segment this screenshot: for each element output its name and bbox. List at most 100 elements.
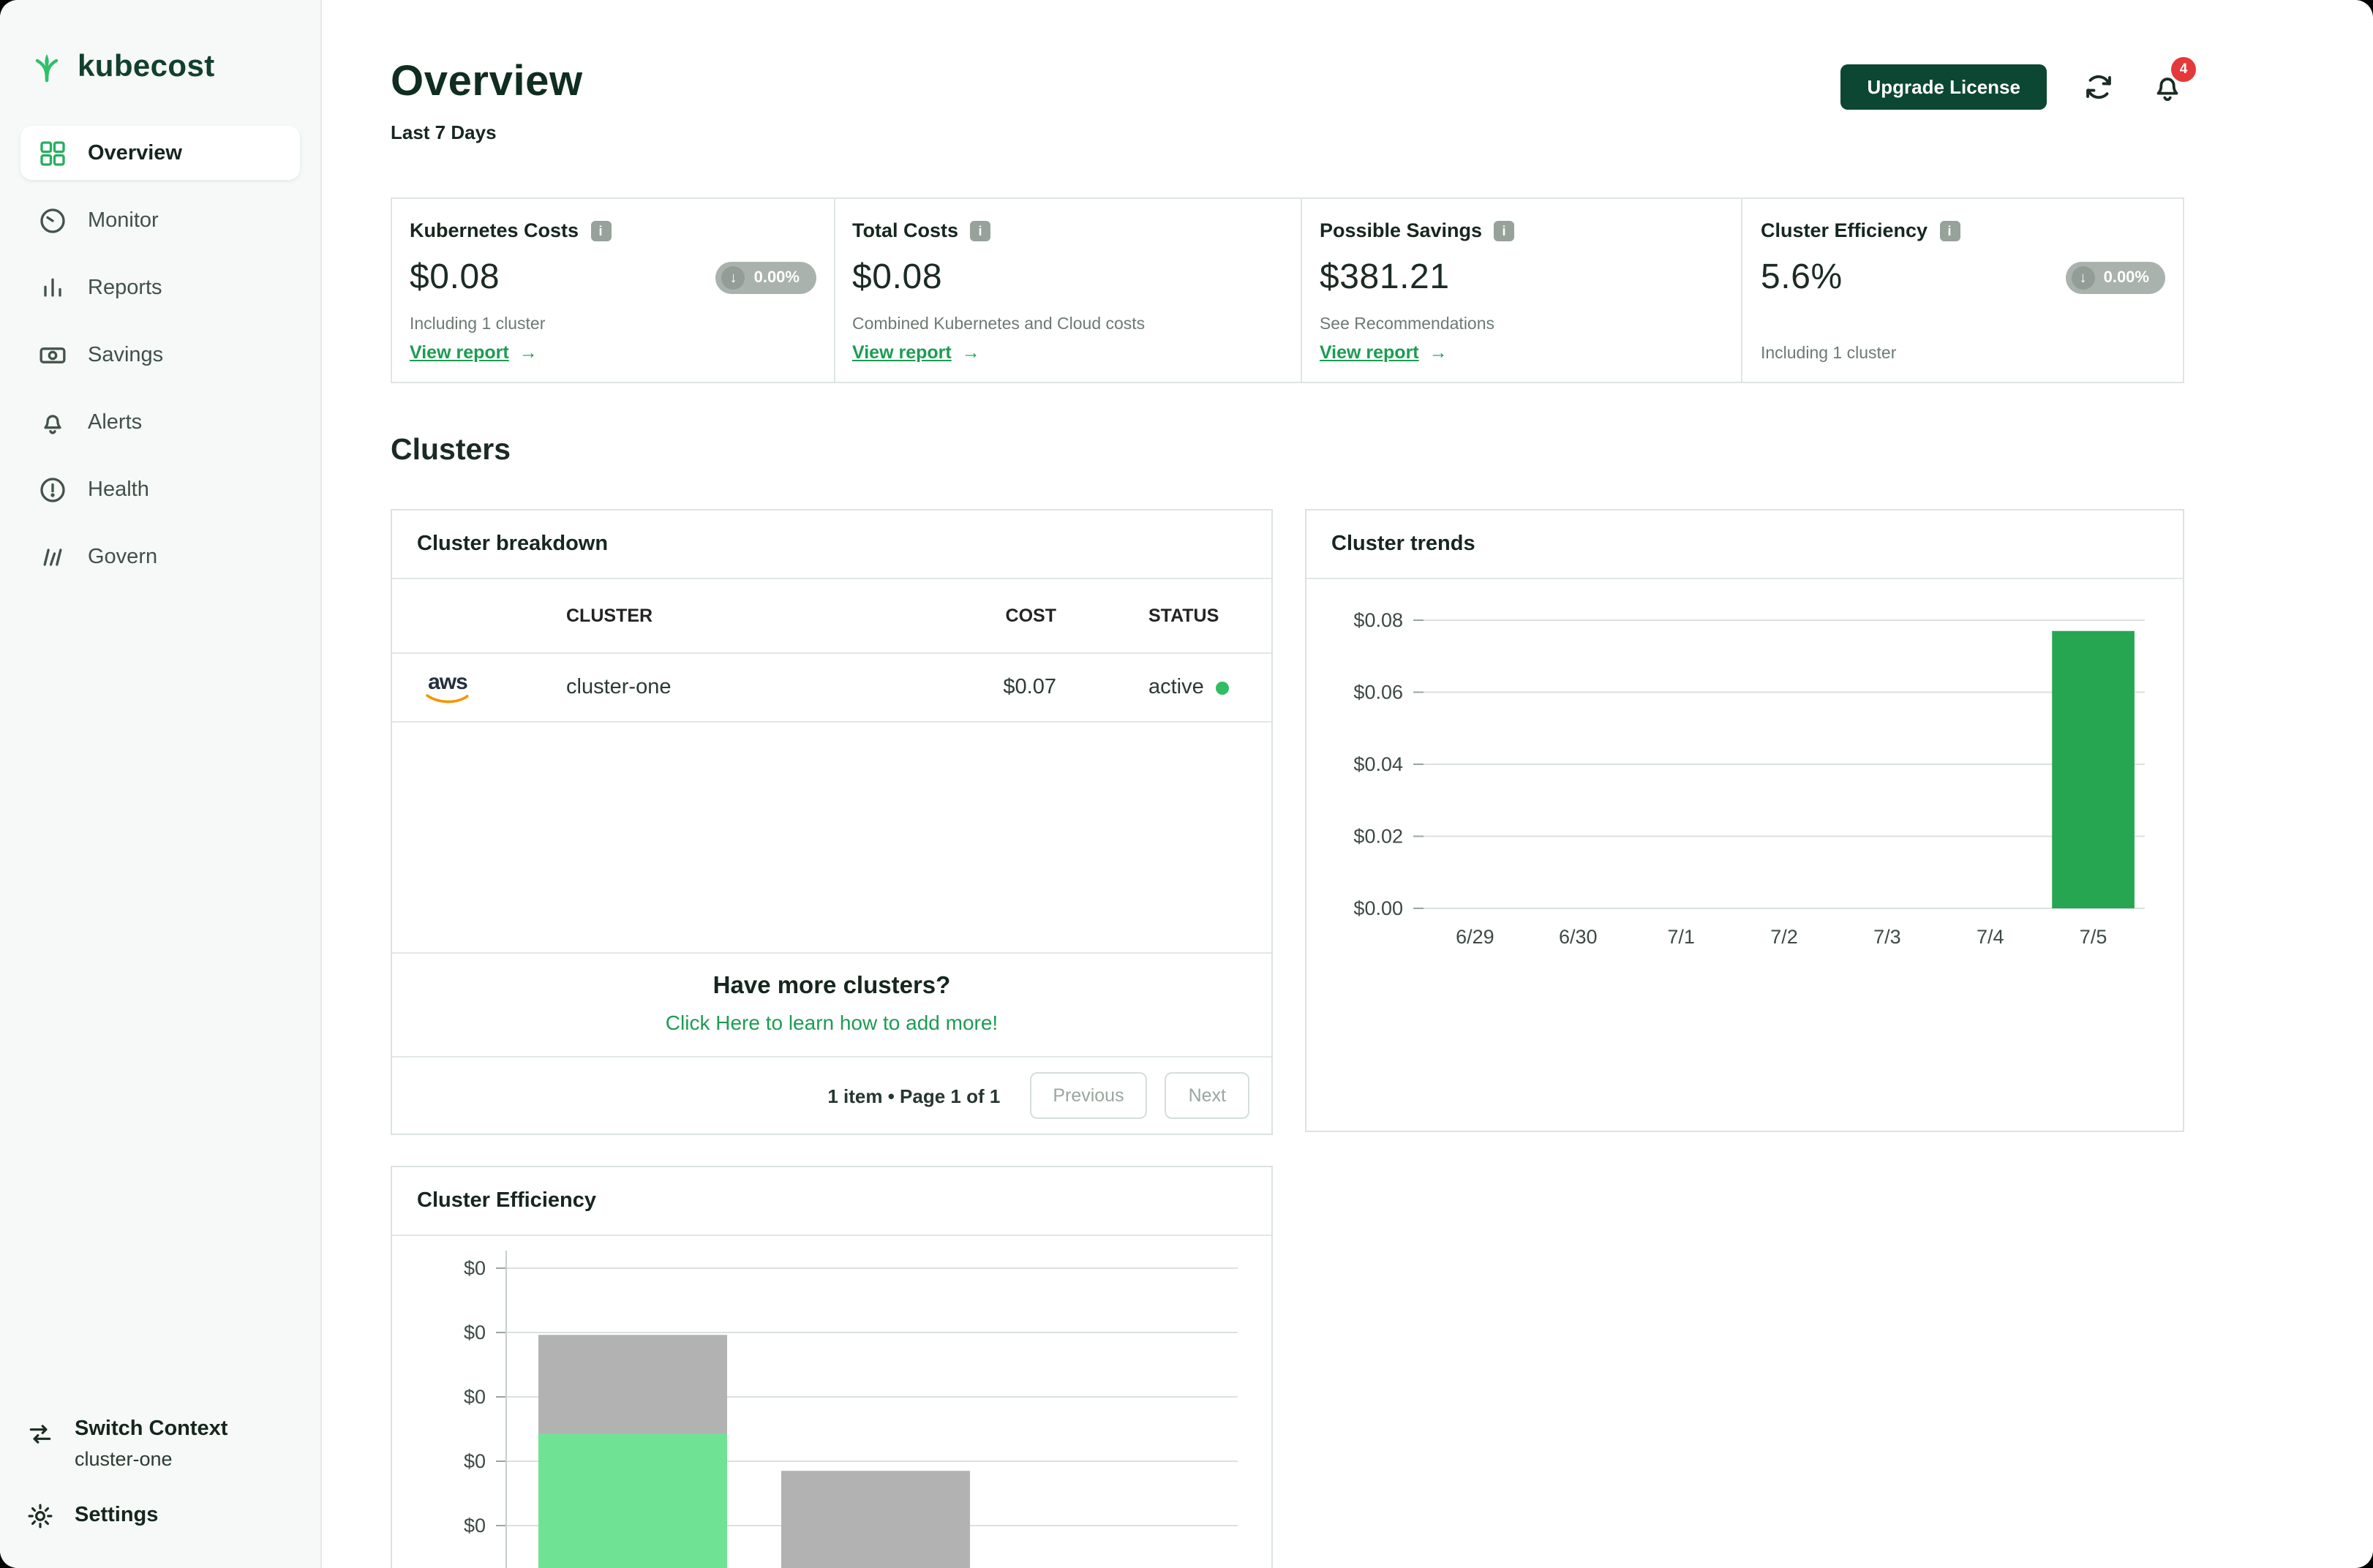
- stat-subtitle: Including 1 cluster: [1761, 345, 2165, 363]
- sidebar-item-govern[interactable]: Govern: [20, 529, 300, 584]
- sidebar-bottom: Switch Context cluster-one Settings: [20, 1417, 300, 1568]
- settings-button[interactable]: Settings: [26, 1499, 294, 1530]
- column-cost: COST: [881, 606, 1056, 626]
- table-header: CLUSTER COST STATUS: [392, 579, 1271, 654]
- stat-card-kubernetes-costs: Kubernetes Costs i $0.08 ↓0.00% Includin…: [392, 199, 835, 382]
- swap-arrows-icon: [26, 1420, 54, 1448]
- table-row[interactable]: aws cluster-one $0.07 active: [392, 654, 1271, 723]
- arrow-down-icon: ↓: [722, 266, 745, 290]
- sidebar-item-health[interactable]: Health: [20, 462, 300, 516]
- page-header: Overview Last 7 Days Upgrade License: [391, 0, 2184, 143]
- svg-text:$0.04: $0.04: [1353, 753, 1403, 775]
- sidebar-item-label: Monitor: [88, 208, 159, 232]
- svg-text:$0: $0: [464, 1322, 486, 1343]
- svg-text:6/29: 6/29: [1456, 926, 1494, 948]
- sidebar-item-label: Overview: [88, 141, 182, 165]
- svg-text:7/1: 7/1: [1667, 926, 1695, 948]
- previous-page-button[interactable]: Previous: [1029, 1072, 1147, 1119]
- stat-cards: Kubernetes Costs i $0.08 ↓0.00% Includin…: [391, 197, 2184, 383]
- current-context: cluster-one: [75, 1448, 227, 1470]
- stat-subtitle: Combined Kubernetes and Cloud costs: [852, 316, 1283, 333]
- add-clusters-prompt: Have more clusters? Click Here to learn …: [392, 952, 1271, 1056]
- stat-card-cluster-efficiency: Cluster Efficiency i 5.6% ↓0.00% Includi…: [1743, 199, 2183, 382]
- view-report-link[interactable]: View report→: [1320, 342, 1724, 363]
- upgrade-license-button[interactable]: Upgrade License: [1840, 64, 2047, 110]
- sidebar-item-label: Reports: [88, 276, 162, 299]
- cluster-trends-chart: $0.00 $0.02 $0.04 $0.06 $0.08 6/29 6/30 7/1 7/2 7…: [1306, 579, 2183, 1018]
- notification-count-badge: 4: [2171, 57, 2196, 82]
- svg-text:7/3: 7/3: [1873, 926, 1901, 948]
- stat-value: 5.6%: [1761, 257, 1843, 298]
- stat-title: Cluster Efficiency: [1761, 219, 1928, 241]
- panel-title: Cluster breakdown: [392, 510, 1271, 579]
- cluster-status: active: [1056, 676, 1271, 699]
- page-title: Overview: [391, 59, 583, 107]
- arrow-right-icon: →: [962, 342, 980, 363]
- sidebar-item-label: Savings: [88, 343, 163, 366]
- notifications-button[interactable]: 4: [2151, 70, 2184, 104]
- stat-card-possible-savings: Possible Savings i $381.21 See Recommend…: [1302, 199, 1743, 382]
- svg-text:6/30: 6/30: [1559, 926, 1598, 948]
- svg-text:$0.02: $0.02: [1353, 826, 1403, 848]
- refresh-icon: [2082, 70, 2116, 104]
- more-clusters-title: Have more clusters?: [392, 973, 1271, 1000]
- status-active-dot: [1216, 681, 1229, 694]
- sidebar-item-reports[interactable]: Reports: [20, 260, 300, 314]
- info-icon[interactable]: i: [1939, 220, 1960, 241]
- gauge-icon: [38, 206, 67, 235]
- trend-badge: ↓0.00%: [716, 262, 816, 294]
- svg-text:$0.06: $0.06: [1353, 682, 1403, 704]
- refresh-button[interactable]: [2082, 70, 2116, 104]
- aws-smile-icon: [426, 693, 470, 704]
- column-status: STATUS: [1056, 606, 1271, 626]
- sidebar-item-monitor[interactable]: Monitor: [20, 193, 300, 247]
- column-cluster: CLUSTER: [566, 606, 881, 626]
- switch-context-button[interactable]: Switch Context cluster-one: [26, 1417, 294, 1470]
- pagination: 1 item • Page 1 of 1 Previous Next: [392, 1056, 1271, 1134]
- panel-title: Cluster Efficiency: [392, 1167, 1271, 1236]
- stat-title: Total Costs: [852, 219, 958, 241]
- clusters-heading: Clusters: [391, 433, 2184, 468]
- arrow-down-icon: ↓: [2072, 266, 2095, 290]
- govern-icon: [38, 542, 67, 571]
- arrow-right-icon: →: [1429, 342, 1448, 363]
- cluster-breakdown-panel: Cluster breakdown CLUSTER COST STATUS aw…: [391, 509, 1273, 1135]
- sidebar-item-overview[interactable]: Overview: [20, 126, 300, 180]
- stat-value: $381.21: [1320, 257, 1450, 298]
- settings-label: Settings: [75, 1503, 158, 1526]
- info-icon[interactable]: i: [970, 220, 990, 241]
- svg-text:$0.00: $0.00: [1353, 897, 1403, 919]
- cluster-efficiency-panel: Cluster Efficiency $0$0$0$0$0$0: [391, 1166, 1273, 1568]
- stat-value: $0.08: [852, 257, 942, 298]
- gear-icon: [26, 1502, 54, 1530]
- svg-text:$0: $0: [464, 1257, 486, 1279]
- next-page-button[interactable]: Next: [1165, 1072, 1249, 1119]
- svg-text:7/5: 7/5: [2080, 926, 2107, 948]
- bar-chart-icon: [38, 273, 67, 302]
- aws-logo: aws: [421, 671, 474, 704]
- switch-context-label: Switch Context: [75, 1417, 227, 1441]
- bell-icon: [38, 407, 67, 437]
- date-range-label: Last 7 Days: [391, 121, 583, 143]
- svg-text:$0: $0: [464, 1450, 486, 1472]
- cluster-efficiency-chart: $0$0$0$0$0$0: [392, 1236, 1271, 1568]
- add-clusters-link[interactable]: Click Here to learn how to add more!: [392, 1011, 1271, 1034]
- cluster-name: cluster-one: [566, 676, 881, 699]
- cluster-cost: $0.07: [881, 676, 1056, 699]
- alert-circle-icon: [38, 475, 67, 504]
- sidebar-item-savings[interactable]: Savings: [20, 328, 300, 382]
- header-actions: Upgrade License 4: [1840, 64, 2184, 110]
- svg-text:$0.08: $0.08: [1353, 609, 1403, 631]
- info-icon[interactable]: i: [1494, 220, 1514, 241]
- trend-badge: ↓0.00%: [2066, 262, 2165, 294]
- stat-subtitle: Including 1 cluster: [410, 316, 816, 333]
- view-report-link[interactable]: View report→: [410, 342, 816, 363]
- sidebar-item-alerts[interactable]: Alerts: [20, 395, 300, 449]
- main-content: Overview Last 7 Days Upgrade License: [322, 0, 2373, 1568]
- sidebar-item-label: Health: [88, 478, 149, 501]
- info-icon[interactable]: i: [590, 220, 611, 241]
- view-report-link[interactable]: View report→: [852, 342, 1283, 363]
- kubecost-logo[interactable]: kubecost: [20, 0, 300, 126]
- cluster-trends-panel: Cluster trends $0.00$0.02$0.04$0.06$0.08…: [1305, 509, 2184, 1132]
- svg-text:7/2: 7/2: [1770, 926, 1798, 948]
